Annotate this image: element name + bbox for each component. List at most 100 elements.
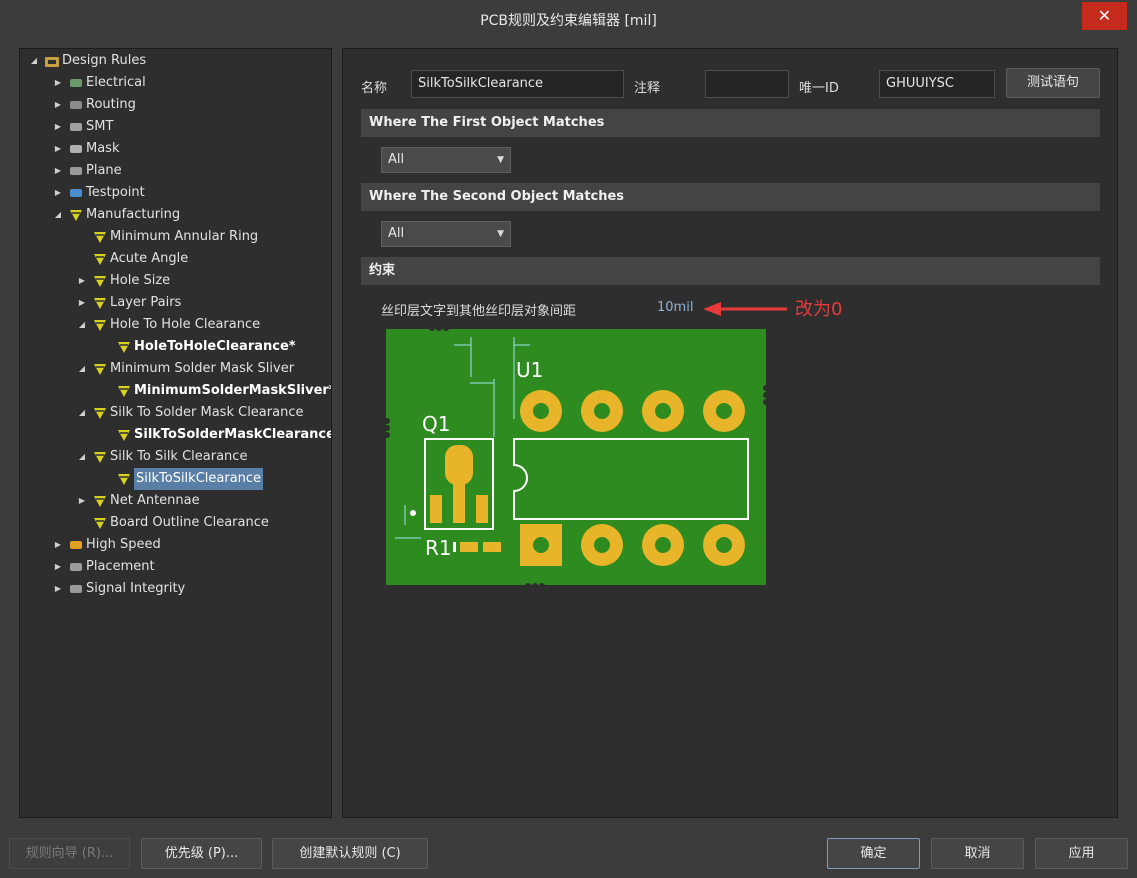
- expand-arrow-icon[interactable]: ▶: [77, 490, 87, 512]
- rule-icon: [93, 450, 107, 464]
- testpoint-icon: [69, 186, 83, 200]
- tree-item[interactable]: ◢ Silk To Silk Clearance: [20, 446, 331, 468]
- tree-item[interactable]: ▶ Placement: [20, 556, 331, 578]
- collapse-arrow-icon[interactable]: ◢: [53, 204, 63, 226]
- expand-arrow-icon[interactable]: ▶: [77, 292, 87, 314]
- tree-item-label: Routing: [86, 97, 136, 112]
- tree-item[interactable]: ▶ SMT: [20, 116, 331, 138]
- close-button[interactable]: ✕: [1082, 2, 1127, 30]
- rule-icon: [93, 494, 107, 508]
- rule-wizard-button[interactable]: 规则向导 (R)...: [9, 838, 130, 869]
- chevron-down-icon: ▼: [497, 229, 504, 239]
- apply-button[interactable]: 应用: [1035, 838, 1128, 869]
- first-object-combo[interactable]: All ▼: [381, 147, 511, 173]
- expand-arrow-icon[interactable]: ▶: [53, 160, 63, 182]
- tree-item[interactable]: ◢ Hole To Hole Clearance: [20, 314, 331, 336]
- manufacturing-icon: [69, 208, 83, 222]
- constraints-header: 约束: [361, 257, 1100, 285]
- rule-icon: [93, 274, 107, 288]
- rules-tree-panel: ◢ Design Rules ▶ Electrical ▶ Routing ▶ SMT ▶ Mas…: [19, 48, 332, 818]
- tree-item[interactable]: ◢ Minimum Solder Mask Sliver: [20, 358, 331, 380]
- expand-arrow-icon[interactable]: ▶: [53, 578, 63, 600]
- second-object-combo[interactable]: All ▼: [381, 221, 511, 247]
- collapse-arrow-icon[interactable]: ◢: [77, 402, 87, 424]
- tree-item[interactable]: ▶ Electrical: [20, 72, 331, 94]
- tree-item[interactable]: ▶ Mask: [20, 138, 331, 160]
- rule-editor-panel: 名称 SilkToSilkClearance 注释 唯一ID GHUUIYSC …: [342, 48, 1118, 818]
- priority-button[interactable]: 优先级 (P)...: [141, 838, 262, 869]
- tree-item-label: Silk To Solder Mask Clearance: [110, 405, 304, 420]
- plane-icon: [69, 164, 83, 178]
- unique-id-field[interactable]: GHUUIYSC: [879, 70, 995, 98]
- expand-arrow-icon[interactable]: ▶: [53, 116, 63, 138]
- tree-item[interactable]: ▶ Hole Size: [20, 270, 331, 292]
- tree-item[interactable]: HoleToHoleClearance*: [20, 336, 331, 358]
- tree-item-label: Hole Size: [110, 273, 171, 288]
- rule-icon: [117, 428, 131, 442]
- tree-item-label: Hole To Hole Clearance: [110, 317, 261, 332]
- expand-arrow-icon[interactable]: ▶: [53, 534, 63, 556]
- tree-item-label: Electrical: [86, 75, 146, 90]
- rule-icon: [117, 472, 131, 486]
- collapse-arrow-icon[interactable]: ◢: [29, 50, 39, 72]
- tree-item-label: Layer Pairs: [110, 295, 182, 310]
- tree-item-label: Testpoint: [86, 185, 145, 200]
- first-object-combo-value: All: [388, 152, 405, 167]
- second-object-header: Where The Second Object Matches: [361, 183, 1100, 211]
- tree-item-label: High Speed: [86, 537, 161, 552]
- tree-item[interactable]: ◢ Manufacturing: [20, 204, 331, 226]
- create-default-rules-button[interactable]: 创建默认规则 (C): [272, 838, 428, 869]
- tree-item[interactable]: ▶ Routing: [20, 94, 331, 116]
- tree-item[interactable]: ▶ Net Antennae: [20, 490, 331, 512]
- silk-clearance-value[interactable]: 10mil: [657, 300, 693, 315]
- signal-integrity-icon: [69, 582, 83, 596]
- tree-item-label: Board Outline Clearance: [110, 515, 269, 530]
- name-label: 名称: [361, 81, 388, 96]
- tree-item-label: Net Antennae: [110, 493, 200, 508]
- annotation-text: 改为0: [795, 299, 843, 320]
- comment-label: 注释: [634, 81, 661, 96]
- tree-item[interactable]: SilkToSolderMaskClearance*: [20, 424, 331, 446]
- ok-button[interactable]: 确定: [827, 838, 920, 869]
- routing-icon: [69, 98, 83, 112]
- collapse-arrow-icon[interactable]: ◢: [77, 446, 87, 468]
- tree-item-label: Acute Angle: [110, 251, 189, 266]
- tree-item[interactable]: ▶ Testpoint: [20, 182, 331, 204]
- tree-item-label: Plane: [86, 163, 122, 178]
- expand-arrow-icon[interactable]: ▶: [53, 72, 63, 94]
- expand-arrow-icon[interactable]: ▶: [53, 138, 63, 160]
- expand-arrow-icon[interactable]: ▶: [53, 182, 63, 204]
- tree-item[interactable]: Acute Angle: [20, 248, 331, 270]
- name-field[interactable]: SilkToSilkClearance: [411, 70, 624, 98]
- design-rules-icon: [45, 54, 59, 68]
- collapse-arrow-icon[interactable]: ◢: [77, 314, 87, 336]
- tree-item-label: Manufacturing: [86, 207, 181, 222]
- tree-item[interactable]: SilkToSilkClearance: [20, 468, 331, 490]
- tree-item-label: Signal Integrity: [86, 581, 186, 596]
- window-title: PCB规则及约束编辑器 [mil]: [480, 13, 657, 29]
- expand-arrow-icon[interactable]: ▶: [53, 556, 63, 578]
- tree-item[interactable]: ▶ Plane: [20, 160, 331, 182]
- tree-item[interactable]: ◢ Design Rules: [20, 50, 331, 72]
- tree-item[interactable]: ▶ Layer Pairs: [20, 292, 331, 314]
- rule-icon: [93, 230, 107, 244]
- rule-icon: [93, 406, 107, 420]
- rule-icon: [93, 362, 107, 376]
- q1-label: Q1: [422, 412, 450, 436]
- collapse-arrow-icon[interactable]: ◢: [77, 358, 87, 380]
- tree-item[interactable]: Minimum Annular Ring: [20, 226, 331, 248]
- cancel-button[interactable]: 取消: [931, 838, 1024, 869]
- test-query-button[interactable]: 测试语句: [1006, 68, 1100, 98]
- rule-icon: [93, 252, 107, 266]
- electrical-icon: [69, 76, 83, 90]
- tree-item[interactable]: ▶ High Speed: [20, 534, 331, 556]
- tree-item[interactable]: ▶ Signal Integrity: [20, 578, 331, 600]
- tree-item-label: SMT: [86, 119, 114, 134]
- expand-arrow-icon[interactable]: ▶: [77, 270, 87, 292]
- tree-item[interactable]: Board Outline Clearance: [20, 512, 331, 534]
- tree-item[interactable]: MinimumSolderMaskSliver*: [20, 380, 331, 402]
- comment-field[interactable]: [705, 70, 789, 98]
- first-object-header: Where The First Object Matches: [361, 109, 1100, 137]
- tree-item[interactable]: ◢ Silk To Solder Mask Clearance: [20, 402, 331, 424]
- expand-arrow-icon[interactable]: ▶: [53, 94, 63, 116]
